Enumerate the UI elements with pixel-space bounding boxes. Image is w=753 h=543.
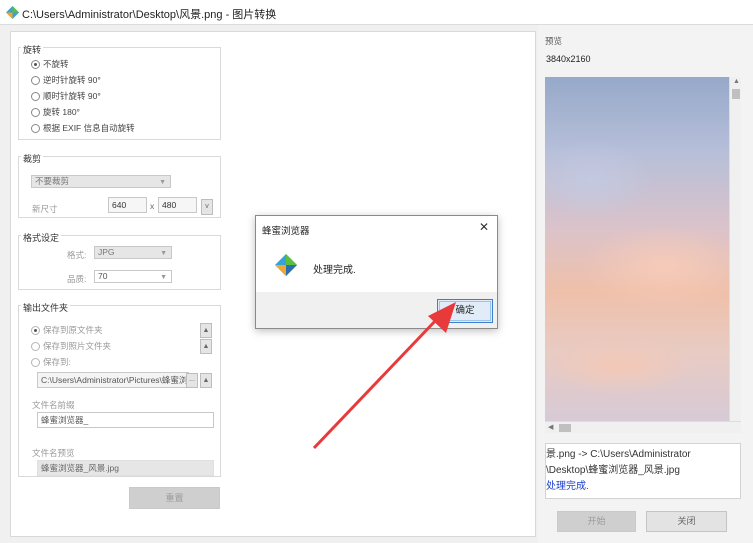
rotation-option-none[interactable]: 不旋转 [31, 58, 69, 70]
rotation-group: 旋转 不旋转 逆时针旋转 90° 顺时针旋转 90° 旋转 180° 根据 EX… [18, 43, 221, 140]
ok-button[interactable]: 确定 [437, 299, 493, 323]
preview-title: 预览 [545, 36, 563, 46]
crop-size-label: 新尺寸 [32, 204, 58, 214]
log-box: 景.png -> C:\Users\Administrator \Desktop… [545, 443, 741, 499]
chevron-down-icon: ▼ [160, 250, 167, 257]
scroll-up-icon[interactable]: ▲ [733, 78, 740, 85]
output-option-custom-folder[interactable]: 保存到: [31, 356, 71, 368]
prefix-label: 文件名前缀 [32, 400, 75, 410]
crop-mode-value: 不要裁剪 [35, 176, 70, 186]
dialog-close-icon[interactable]: ✕ [479, 220, 489, 234]
radio-button[interactable] [31, 91, 40, 101]
reset-button[interactable]: 重置 [129, 487, 220, 509]
browse-button[interactable]: ... [186, 373, 198, 388]
log-status: 处理完成. [546, 481, 589, 492]
format-title: 格式设定 [21, 231, 62, 244]
radio-button[interactable] [31, 107, 40, 117]
radio-button[interactable] [31, 75, 40, 85]
rotation-option-exif[interactable]: 根据 EXIF 信息自动旋转 [31, 122, 135, 134]
scroll-thumb[interactable] [732, 89, 740, 99]
rotation-option-label: 不旋转 [43, 59, 69, 69]
format-value: JPG [98, 247, 115, 257]
dialog-title: 蜂蜜浏览器 [262, 226, 310, 237]
chevron-down-icon: ▼ [159, 179, 166, 186]
format-label: 格式: [67, 250, 87, 260]
path-up-button[interactable]: ▲ [200, 373, 212, 388]
radio-button[interactable] [31, 357, 40, 367]
preview-image [545, 77, 729, 421]
scroll-thumb[interactable] [559, 424, 571, 432]
format-group: 格式设定 格式: JPG ▼ 品质: 70 ▼ [18, 231, 221, 290]
output-option-label: 保存到照片文件夹 [43, 341, 112, 351]
rotation-option-180[interactable]: 旋转 180° [31, 106, 80, 118]
radio-button[interactable] [31, 123, 40, 133]
app-logo-icon [6, 6, 19, 19]
scroll-left-icon[interactable]: ◀ [548, 423, 553, 431]
output-group: 输出文件夹 保存到原文件夹 保存到照片文件夹 保存到: ▲ ▲ C:\Users… [18, 301, 221, 477]
log-line: 景.png -> C:\Users\Administrator [546, 449, 691, 460]
quality-label: 品质: [67, 274, 87, 284]
output-option-original-folder[interactable]: 保存到原文件夹 [31, 324, 103, 336]
move-up-button[interactable]: ▲ [200, 323, 212, 338]
filename-preview-field: 蜂蜜浏览器_风景.jpg [37, 460, 214, 476]
rotation-option-cw90[interactable]: 顺时针旋转 90° [31, 90, 101, 102]
radio-button[interactable] [31, 325, 40, 335]
filename-preview-label: 文件名预览 [32, 448, 75, 458]
preview-dimensions: 3840x2160 [546, 54, 591, 64]
dialog-message: 处理完成. [313, 265, 356, 276]
preview-panel: 预览 3840x2160 ▲ ◀ 景.png -> C:\Users\Admin… [538, 25, 753, 543]
output-option-photos-folder[interactable]: 保存到照片文件夹 [31, 340, 111, 352]
crop-mode-select[interactable]: 不要裁剪 ▼ [31, 175, 171, 188]
output-title: 输出文件夹 [21, 301, 71, 314]
crop-dropdown-button[interactable]: v [201, 199, 213, 215]
radio-button[interactable] [31, 59, 40, 69]
rotation-option-label: 顺时针旋转 90° [43, 91, 101, 101]
rotation-option-label: 逆时针旋转 90° [43, 75, 101, 85]
chevron-down-icon: ▼ [160, 274, 167, 281]
quality-select[interactable]: 70 ▼ [94, 270, 172, 283]
preview-vertical-scrollbar[interactable]: ▲ [729, 77, 741, 421]
crop-title: 裁剪 [21, 152, 44, 165]
preview-horizontal-scrollbar[interactable]: ◀ [545, 421, 741, 433]
crop-width-field[interactable]: 640 [108, 197, 147, 213]
start-button[interactable]: 开始 [557, 511, 636, 532]
rotation-title: 旋转 [21, 43, 44, 56]
dialog-footer: 确定 [256, 292, 497, 328]
window-title: C:\Users\Administrator\Desktop\风景.png - … [22, 9, 277, 21]
output-option-label: 保存到: [43, 357, 71, 367]
title-bar: C:\Users\Administrator\Desktop\风景.png - … [0, 0, 753, 25]
message-dialog: 蜂蜜浏览器 ✕ 处理完成. 确定 [255, 215, 498, 329]
format-select[interactable]: JPG ▼ [94, 246, 172, 259]
log-line: \Desktop\蜂蜜浏览器_风景.jpg [546, 465, 680, 476]
app-logo-icon [275, 254, 297, 276]
output-option-label: 保存到原文件夹 [43, 325, 103, 335]
prefix-field[interactable]: 蜂蜜浏览器_ [37, 412, 214, 428]
crop-group: 裁剪 不要裁剪 ▼ 新尺寸 640 x 480 v [18, 152, 221, 218]
move-down-button[interactable]: ▲ [200, 339, 212, 354]
close-button[interactable]: 关闭 [646, 511, 727, 532]
times-sign: x [150, 201, 155, 211]
crop-height-field[interactable]: 480 [158, 197, 197, 213]
radio-button[interactable] [31, 341, 40, 351]
quality-value: 70 [98, 271, 108, 281]
rotation-option-ccw90[interactable]: 逆时针旋转 90° [31, 74, 101, 86]
rotation-option-label: 旋转 180° [43, 107, 80, 117]
rotation-option-label: 根据 EXIF 信息自动旋转 [43, 123, 135, 133]
output-path-field[interactable]: C:\Users\Administrator\Pictures\蜂蜜浏 [37, 372, 189, 388]
